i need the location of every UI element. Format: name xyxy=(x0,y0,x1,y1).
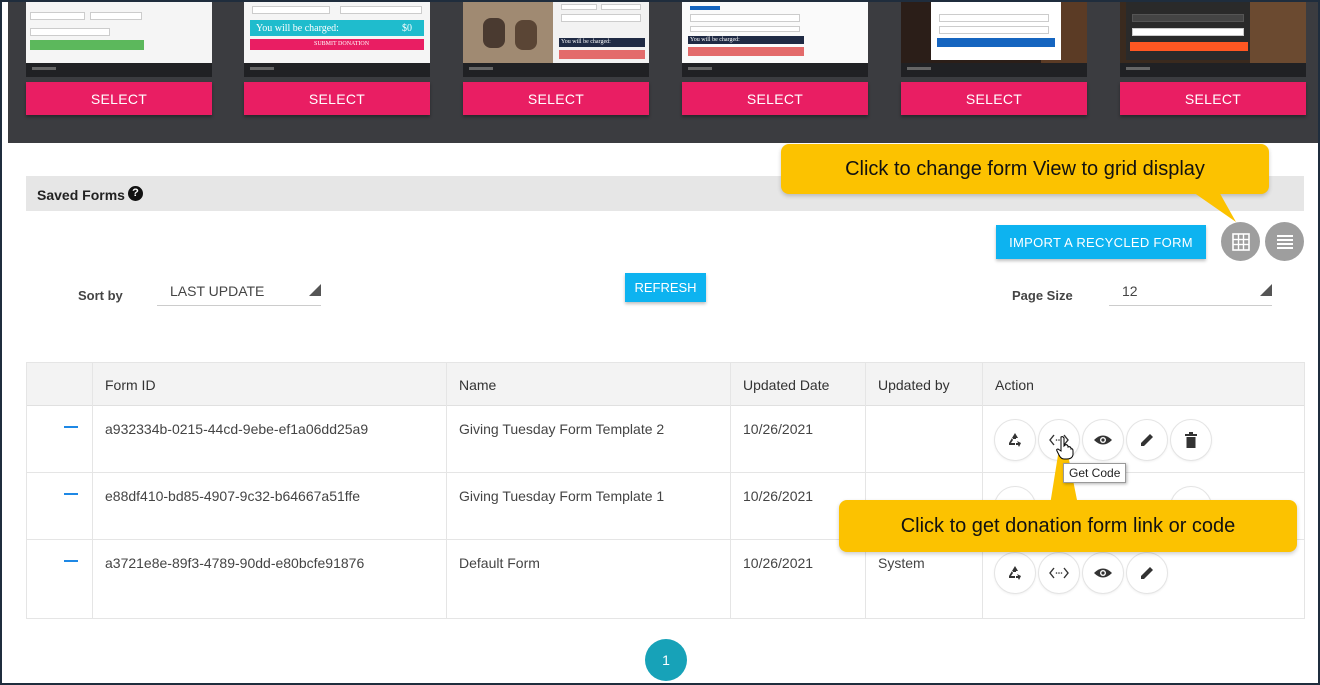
import-recycled-form-button[interactable]: IMPORT A RECYCLED FORM xyxy=(996,225,1206,259)
column-header-updated-by: Updated by xyxy=(878,377,950,393)
form-name-cell: Giving Tuesday Form Template 2 xyxy=(459,421,665,437)
column-header-action: Action xyxy=(995,377,1034,393)
edit-button[interactable] xyxy=(1126,419,1168,461)
template-thumbnail xyxy=(26,0,212,77)
dropdown-arrow-icon xyxy=(1260,284,1272,296)
grid-icon xyxy=(1231,232,1250,251)
recycle-icon xyxy=(1009,433,1021,447)
hand-cursor-icon xyxy=(1056,436,1074,460)
form-id-cell: a932334b-0215-44cd-9ebe-ef1a06dd25a9 xyxy=(105,421,369,437)
list-view-button[interactable] xyxy=(1265,222,1304,261)
code-icon xyxy=(1049,567,1069,579)
recycle-button[interactable] xyxy=(994,419,1036,461)
form-name-cell: Default Form xyxy=(459,555,540,571)
template-thumbnail: You will be charged: xyxy=(682,0,868,77)
updated-date-cell: 10/26/2021 xyxy=(743,488,814,504)
page-size-value: 12 xyxy=(1122,283,1138,299)
trash-icon xyxy=(1185,432,1197,448)
select-template-button[interactable]: SELECT xyxy=(1120,82,1306,115)
select-template-button[interactable]: SELECT xyxy=(26,82,212,115)
page-size-select[interactable]: 12 xyxy=(1109,280,1272,306)
collapse-row-icon[interactable] xyxy=(64,426,78,428)
select-template-button[interactable]: SELECT xyxy=(463,82,649,115)
pagination-page-1[interactable]: 1 xyxy=(645,639,687,681)
form-id-cell: e88df410-bd85-4907-9c32-b64667a51ffe xyxy=(105,488,361,504)
refresh-button[interactable]: REFRESH xyxy=(625,273,706,302)
thumb-charged-text: You will be charged: xyxy=(256,23,339,34)
collapse-row-icon[interactable] xyxy=(64,560,78,562)
table-header: Form ID Name Updated Date Updated by Act… xyxy=(27,363,1304,406)
thumb-charged-text: You will be charged: xyxy=(561,39,611,45)
pencil-icon xyxy=(1141,434,1153,446)
recycle-button[interactable] xyxy=(994,552,1036,594)
preview-button[interactable] xyxy=(1082,552,1124,594)
recycle-icon xyxy=(1009,566,1021,580)
pencil-icon xyxy=(1141,567,1153,579)
template-thumbnail xyxy=(1120,0,1306,77)
eye-icon xyxy=(1094,568,1112,578)
thumb-submit-text: SUBMIT DONATION xyxy=(314,41,370,47)
sort-by-label: Sort by xyxy=(78,288,123,303)
get-code-button[interactable] xyxy=(1038,552,1080,594)
select-template-button[interactable]: SELECT xyxy=(682,82,868,115)
column-header-updated-date: Updated Date xyxy=(743,377,830,393)
edit-button[interactable] xyxy=(1126,552,1168,594)
updated-date-cell: 10/26/2021 xyxy=(743,421,814,437)
select-template-button[interactable]: SELECT xyxy=(244,82,430,115)
column-header-form-id: Form ID xyxy=(105,377,156,393)
template-thumbnail: You will be charged: xyxy=(463,0,649,77)
column-header-name: Name xyxy=(459,377,497,393)
updated-date-cell: 10/26/2021 xyxy=(743,555,814,571)
list-icon xyxy=(1276,234,1293,249)
sort-by-value: LAST UPDATE xyxy=(170,283,265,299)
template-gallery: SELECT You will be charged: $0 SUBMIT DO… xyxy=(8,0,1320,143)
sort-by-select[interactable]: LAST UPDATE xyxy=(157,280,321,306)
eye-icon xyxy=(1094,435,1112,445)
get-code-tooltip: Get Code xyxy=(1063,463,1127,483)
template-thumbnail: You will be charged: $0 SUBMIT DONATION xyxy=(244,0,430,77)
select-template-button[interactable]: SELECT xyxy=(901,82,1087,115)
get-code-callout: Click to get donation form link or code xyxy=(839,500,1297,552)
delete-button[interactable] xyxy=(1170,419,1212,461)
grid-view-button[interactable] xyxy=(1221,222,1260,261)
form-id-cell: a3721e8e-89f3-4789-90dd-e80bcfe91876 xyxy=(105,555,365,571)
updated-by-cell: System xyxy=(878,555,925,571)
template-thumbnail xyxy=(901,0,1087,77)
saved-forms-table: Form ID Name Updated Date Updated by Act… xyxy=(26,362,1305,619)
page-size-label: Page Size xyxy=(1012,288,1073,303)
dropdown-arrow-icon xyxy=(309,284,321,296)
form-name-cell: Giving Tuesday Form Template 1 xyxy=(459,488,665,504)
thumb-amount-text: $0 xyxy=(402,23,412,34)
collapse-row-icon[interactable] xyxy=(64,493,78,495)
help-icon[interactable]: ? xyxy=(128,186,143,201)
grid-view-callout: Click to change form View to grid displa… xyxy=(781,144,1269,194)
saved-forms-title: Saved Forms xyxy=(37,187,125,203)
thumb-charged-text: You will be charged: xyxy=(690,37,740,43)
preview-button[interactable] xyxy=(1082,419,1124,461)
